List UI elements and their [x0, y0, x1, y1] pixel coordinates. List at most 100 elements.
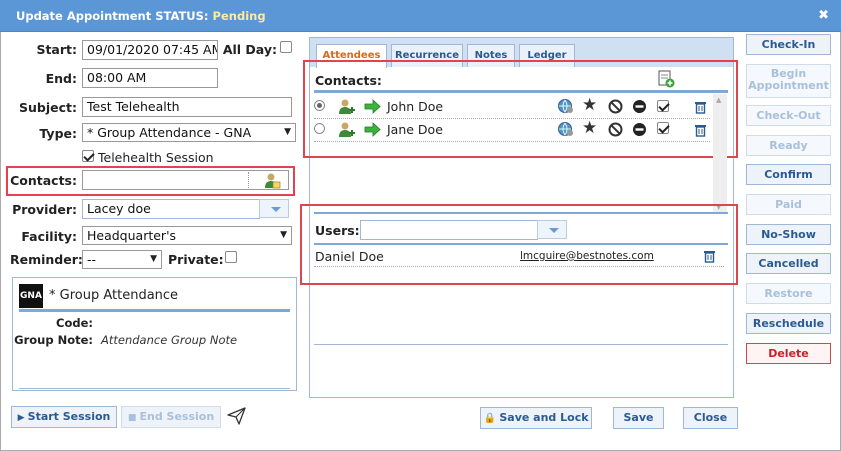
- type-select[interactable]: * Group Attendance - GNA ▼: [82, 123, 296, 142]
- group-title: * Group Attendance: [49, 288, 179, 303]
- close-icon[interactable]: ✖: [818, 0, 829, 32]
- begin-appointment-button[interactable]: Begin Appointment: [746, 64, 831, 98]
- status-text: Pending: [212, 9, 266, 23]
- start-input[interactable]: 09/01/2020 07:45 AM: [82, 40, 218, 60]
- provider-input[interactable]: Lacey doe: [82, 199, 260, 219]
- no-show-icon[interactable]: [608, 122, 623, 137]
- chevron-down-icon: ▼: [284, 127, 291, 137]
- stop-icon: ■: [127, 413, 140, 423]
- provider-label: Provider:: [12, 202, 77, 217]
- users-input[interactable]: [360, 220, 538, 240]
- paid-button[interactable]: Paid: [746, 194, 831, 215]
- no-show-icon[interactable]: [608, 99, 623, 114]
- subject-label: Subject:: [19, 100, 77, 115]
- contact-radio-john[interactable]: [314, 100, 325, 111]
- users-header-bar: [314, 243, 728, 245]
- chevron-down-icon: ▼: [150, 254, 157, 264]
- allday-checkbox[interactable]: [280, 41, 292, 53]
- add-person-icon[interactable]: [338, 121, 356, 138]
- contacts-input[interactable]: [82, 170, 289, 190]
- contact-lookup-icon[interactable]: [263, 172, 281, 189]
- cancel-icon[interactable]: [632, 99, 647, 114]
- telehealth-globe-icon[interactable]: [557, 121, 575, 138]
- scroll-up-icon[interactable]: ▲: [716, 96, 721, 104]
- arrow-right-icon[interactable]: [364, 122, 381, 137]
- star-icon[interactable]: ★: [582, 118, 597, 138]
- telehealth-globe-icon[interactable]: [557, 98, 575, 115]
- provider-dropdown-arrow[interactable]: [259, 199, 289, 218]
- reschedule-button[interactable]: Reschedule: [746, 313, 831, 334]
- users-dropdown-arrow[interactable]: [537, 220, 567, 239]
- contact-radio-jane[interactable]: [314, 123, 325, 134]
- cancelled-button[interactable]: Cancelled: [746, 253, 831, 274]
- reminder-label: Reminder:: [10, 252, 83, 267]
- user-email-link[interactable]: lmcguire@bestnotes.com: [520, 250, 654, 262]
- save-button[interactable]: Save: [613, 407, 664, 429]
- private-label: Private:: [168, 252, 224, 267]
- restore-button[interactable]: Restore: [746, 283, 831, 304]
- telehealth-label: Telehealth Session: [98, 150, 214, 165]
- send-icon[interactable]: [227, 407, 246, 425]
- contacts-scrollbar[interactable]: [713, 94, 727, 212]
- group-note-value: Attendance Group Note: [101, 333, 238, 347]
- end-label: End:: [45, 71, 77, 86]
- panel-bottom-line: [314, 344, 728, 345]
- facility-select[interactable]: Headquarter's ▼: [82, 226, 292, 245]
- facility-label: Facility:: [21, 229, 77, 244]
- window-titlebar: Update Appointment STATUS: Pending: [0, 0, 841, 32]
- trash-icon[interactable]: [694, 100, 707, 114]
- delete-button[interactable]: Delete: [746, 343, 831, 364]
- contacts-header: Contacts:: [315, 73, 382, 88]
- group-divider: [19, 309, 290, 312]
- row-divider: [314, 118, 710, 119]
- add-person-icon[interactable]: [338, 98, 356, 115]
- no-show-button[interactable]: No-Show: [746, 224, 831, 245]
- contact-confirm-checkbox[interactable]: [657, 100, 669, 112]
- close-button[interactable]: Close: [683, 407, 738, 429]
- users-label: Users:: [315, 223, 360, 238]
- group-bottom-line: [19, 388, 290, 389]
- arrow-right-icon[interactable]: [364, 99, 381, 114]
- contact-confirm-checkbox[interactable]: [657, 122, 669, 134]
- ready-button[interactable]: Ready: [746, 135, 831, 156]
- allday-label: All Day:: [222, 42, 277, 57]
- user-name: Daniel Doe: [315, 249, 384, 264]
- add-note-icon[interactable]: [657, 70, 675, 88]
- end-session-button[interactable]: ■ End Session: [121, 406, 221, 428]
- end-session-label: End Session: [139, 410, 215, 423]
- facility-value: Headquarter's: [87, 228, 177, 243]
- play-icon: ▶: [17, 413, 28, 423]
- window-title: Update Appointment STATUS:: [16, 9, 209, 23]
- reminder-select[interactable]: -- ▼: [82, 250, 162, 269]
- check-in-button[interactable]: Check-In: [746, 34, 831, 55]
- chevron-down-icon: ▼: [280, 230, 287, 240]
- reminder-value: --: [87, 252, 97, 267]
- group-note-label: Group Note:: [14, 333, 93, 347]
- contact-name[interactable]: Jane Doe: [387, 122, 443, 137]
- check-out-button[interactable]: Check-Out: [746, 105, 831, 126]
- contacts-divider: [248, 172, 249, 188]
- end-input[interactable]: 08:00 AM: [82, 68, 218, 88]
- confirm-button[interactable]: Confirm: [746, 164, 831, 185]
- private-checkbox[interactable]: [225, 251, 237, 263]
- start-session-button[interactable]: ▶ Start Session: [11, 406, 117, 428]
- gna-badge: GNA: [19, 284, 43, 308]
- lock-icon: 🔒: [483, 413, 500, 424]
- trash-icon[interactable]: [694, 123, 707, 137]
- contact-name[interactable]: John Doe: [387, 99, 443, 114]
- contacts-header-bar: [314, 90, 728, 93]
- subject-input[interactable]: Test Telehealth: [82, 97, 292, 117]
- start-label: Start:: [36, 42, 77, 57]
- row-divider: [314, 266, 724, 267]
- save-and-lock-label: Save and Lock: [499, 411, 589, 424]
- contacts-label: Contacts:: [10, 173, 77, 188]
- type-label: Type:: [39, 126, 77, 141]
- telehealth-checkbox[interactable]: [82, 150, 94, 162]
- cancel-icon[interactable]: [632, 122, 647, 137]
- save-and-lock-button[interactable]: 🔒 Save and Lock: [480, 407, 592, 429]
- star-icon[interactable]: ★: [582, 95, 597, 115]
- code-label: Code:: [56, 316, 93, 330]
- trash-icon[interactable]: [703, 249, 716, 263]
- start-session-label: Start Session: [27, 410, 111, 423]
- type-value: * Group Attendance - GNA: [87, 125, 252, 140]
